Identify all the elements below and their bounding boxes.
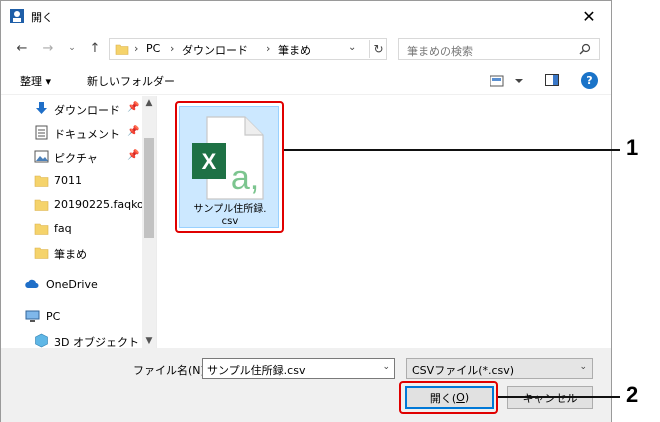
folder-icon <box>34 175 49 187</box>
3d-objects-icon <box>35 333 48 348</box>
forward-button[interactable]: → <box>39 39 57 57</box>
nav-item-folder-faq[interactable]: faq <box>1 218 141 240</box>
search-placeholder: 筆まめの検索 <box>407 45 473 58</box>
filename-field[interactable]: サンプル住所録.csv ⌄ <box>202 358 395 379</box>
nav-item-pc[interactable]: PC <box>1 306 141 328</box>
filetype-select[interactable]: CSVファイル(*.csv) ⌄ <box>406 358 593 379</box>
organize-button[interactable]: 整理 ▾ <box>20 73 51 89</box>
up-button[interactable]: ↑ <box>86 39 104 57</box>
breadcrumb-separator: › <box>170 42 175 55</box>
nav-item-downloads[interactable]: ダウンロード 📌 <box>1 98 141 120</box>
pin-icon: 📌 <box>127 150 140 161</box>
command-toolbar: 整理 ▾ 新しいフォルダー ? <box>1 67 611 95</box>
back-button[interactable]: ← <box>13 39 31 57</box>
nav-label: 20190225.faqkok <box>54 198 151 211</box>
close-button[interactable]: ✕ <box>567 1 611 31</box>
nav-item-folder-20190225[interactable]: 20190225.faqkok <box>1 194 150 216</box>
nav-label: 筆まめ <box>54 248 87 261</box>
recent-locations-button[interactable]: ⌄ <box>63 39 81 57</box>
chevron-down-icon[interactable]: ⌄ <box>382 362 390 372</box>
download-arrow-icon <box>36 102 47 114</box>
navigation-pane: ダウンロード 📌 ドキュメント 📌 ピクチャ 📌 7011 20190225.f… <box>1 96 157 348</box>
arrow-right-icon: → <box>42 40 54 56</box>
dialog-title: 開く <box>31 11 53 24</box>
title-bar: 開く ✕ <box>1 1 611 31</box>
folder-icon <box>34 223 49 235</box>
nav-item-onedrive[interactable]: OneDrive <box>1 274 141 296</box>
bottom-panel: ファイル名(N): サンプル住所録.csv ⌄ CSVファイル(*.csv) ⌄… <box>1 348 611 422</box>
address-bar[interactable]: › PC › ダウンロード › 筆まめ ⌄ ↻ <box>109 38 387 60</box>
preview-pane-icon[interactable] <box>545 74 559 86</box>
folder-icon <box>34 199 49 211</box>
change-view-button[interactable] <box>490 75 524 87</box>
scroll-down-icon[interactable]: ▼ <box>142 336 156 346</box>
scroll-up-icon[interactable]: ▲ <box>142 98 156 108</box>
close-icon: ✕ <box>582 6 596 26</box>
chevron-down-icon: ⌄ <box>68 43 76 53</box>
filetype-value: CSVファイル(*.csv) <box>412 364 515 377</box>
nav-item-3d-objects[interactable]: 3D オブジェクト <box>1 330 141 348</box>
nav-label: 7011 <box>54 174 82 187</box>
refresh-icon: ↻ <box>373 42 384 56</box>
document-icon <box>35 125 48 140</box>
nav-item-folder-fudemame[interactable]: 筆まめ <box>1 242 141 264</box>
callout-number-2: 2 <box>626 382 639 407</box>
refresh-button[interactable]: ↻ <box>369 40 387 58</box>
callout-box-1 <box>175 101 284 233</box>
nav-item-documents[interactable]: ドキュメント 📌 <box>1 122 141 144</box>
pin-icon: 📌 <box>127 126 140 137</box>
nav-label: PC <box>46 310 61 323</box>
computer-icon <box>25 310 40 322</box>
callout-line-1 <box>284 149 620 151</box>
scrollbar-thumb[interactable] <box>144 138 154 238</box>
breadcrumb-pc[interactable]: PC <box>146 42 160 55</box>
chevron-down-icon: ⌄ <box>579 362 587 372</box>
breadcrumb-separator: › <box>134 42 139 55</box>
filename-value: サンプル住所録.csv <box>207 364 306 377</box>
search-icon <box>579 43 591 55</box>
nav-label: OneDrive <box>46 278 98 291</box>
nav-label: ダウンロード <box>54 104 120 117</box>
nav-item-pictures[interactable]: ピクチャ 📌 <box>1 146 141 168</box>
cloud-icon <box>25 279 39 288</box>
open-file-dialog: 開く ✕ ← → ⌄ ↑ › PC › ダウンロード › 筆まめ ⌄ ↻ 筆まめ… <box>0 0 612 422</box>
folder-icon <box>34 247 49 259</box>
callout-box-2 <box>399 381 498 414</box>
nav-label: faq <box>54 222 72 235</box>
breadcrumb-downloads[interactable]: ダウンロード <box>182 42 248 58</box>
nav-label: 3D オブジェクト <box>54 336 139 348</box>
callout-number-1: 1 <box>626 135 639 160</box>
pictures-icon <box>34 150 49 163</box>
search-input[interactable]: 筆まめの検索 <box>398 38 600 60</box>
breadcrumb-separator: › <box>266 42 271 55</box>
arrow-up-icon: ↑ <box>89 40 101 56</box>
help-button[interactable]: ? <box>581 72 598 89</box>
callout-line-2 <box>498 396 620 398</box>
pin-icon: 📌 <box>127 102 140 113</box>
filename-label: ファイル名(N): <box>133 364 209 377</box>
folder-icon <box>115 44 129 55</box>
nav-label: ピクチャ <box>54 152 98 165</box>
arrow-left-icon: ← <box>16 40 28 56</box>
nav-label: ドキュメント <box>54 128 120 141</box>
nav-scrollbar[interactable]: ▲ ▼ <box>142 96 156 348</box>
new-folder-button[interactable]: 新しいフォルダー <box>87 73 175 89</box>
dialog-icon <box>10 9 24 23</box>
breadcrumb-fudemame[interactable]: 筆まめ <box>278 42 311 58</box>
nav-item-folder-7011[interactable]: 7011 <box>1 170 141 192</box>
chevron-down-icon[interactable]: ⌄ <box>348 42 356 53</box>
